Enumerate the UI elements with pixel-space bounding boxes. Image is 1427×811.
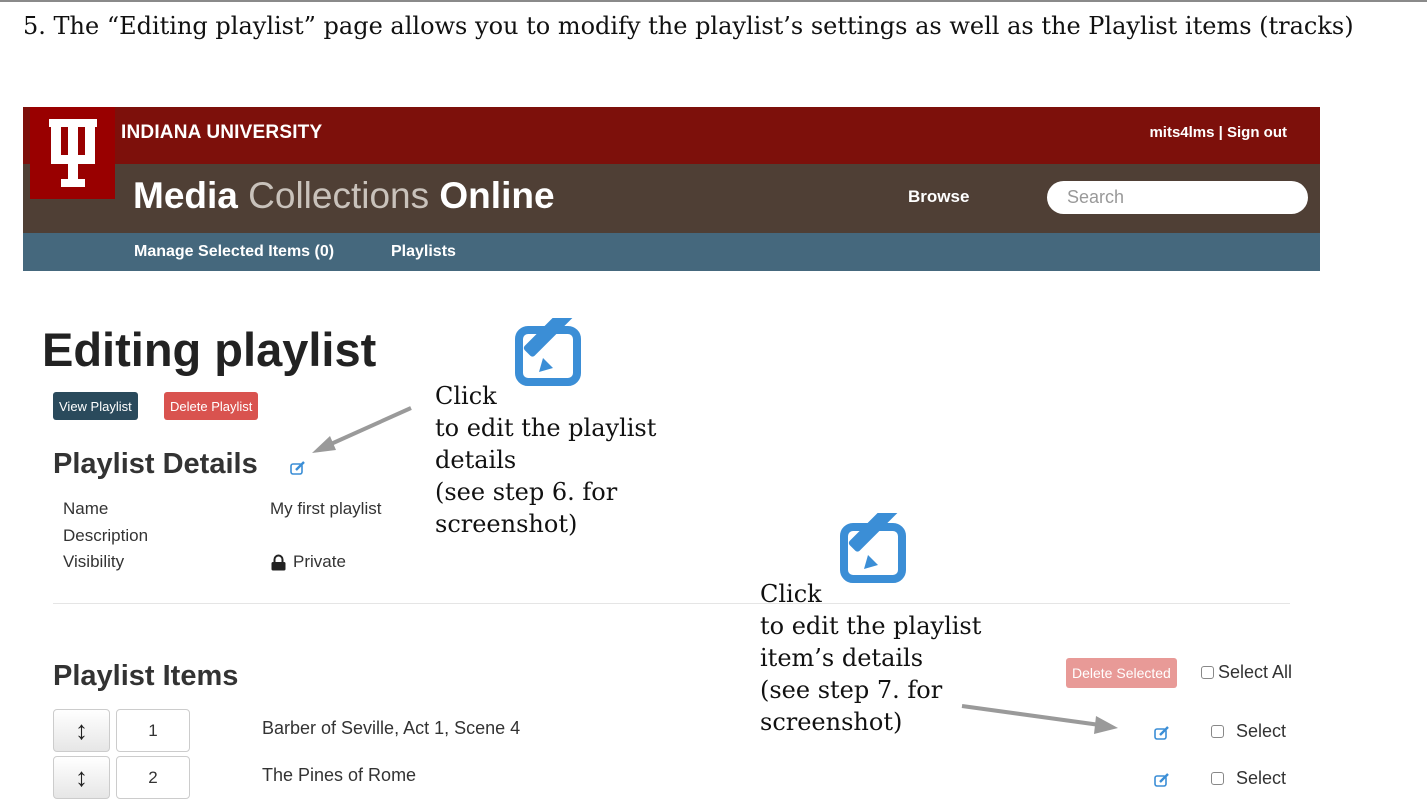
detail-label-description: Description [63, 526, 149, 545]
move-handle-button[interactable]: ↕ [53, 709, 110, 752]
site-title-part2: Collections [248, 175, 430, 216]
detail-value-name: My first playlist [270, 499, 382, 518]
site-title-part3: Online [439, 175, 555, 216]
playlist-items-heading: Playlist Items [53, 660, 239, 692]
playlist-item-title[interactable]: The Pines of Rome [262, 765, 416, 786]
university-name: INDIANA UNIVERSITY [121, 122, 323, 143]
annotation-items-line: item’s details [760, 644, 924, 672]
site-title-part1: Media [133, 175, 238, 216]
detail-label-name: Name [63, 499, 109, 518]
iu-trident-icon [49, 119, 97, 187]
annotation-details-line: to edit the playlist [435, 414, 657, 442]
visibility-text: Private [293, 552, 346, 571]
document-caption: 5. The “Editing playlist” page allows yo… [23, 12, 1354, 40]
browse-link[interactable]: Browse [908, 187, 969, 207]
search-input[interactable] [1047, 181, 1308, 214]
arrow-to-item-edit [961, 704, 1118, 734]
edit-item-icon[interactable] [1154, 726, 1170, 740]
item-select-label: Select [1236, 721, 1287, 741]
select-all-label: Select All [1218, 662, 1293, 682]
edit-item-icon-enlarged [840, 513, 906, 583]
nav-playlists[interactable]: Playlists [391, 243, 456, 261]
section-divider [53, 603, 1290, 604]
nav-manage-selected[interactable]: Manage Selected Items (0) [134, 243, 334, 261]
iu-logo[interactable] [30, 107, 115, 199]
delete-selected-button[interactable]: Delete Selected [1066, 658, 1177, 688]
annotation-details: Click to edit the playlist details (see … [435, 380, 656, 540]
select-all-checkbox[interactable] [1201, 666, 1214, 679]
view-playlist-button[interactable]: View Playlist [53, 392, 138, 420]
lock-icon [271, 554, 286, 570]
delete-playlist-button[interactable]: Delete Playlist [164, 392, 259, 420]
detail-value-visibility: Private [270, 552, 346, 572]
page-top-rule [0, 0, 1427, 2]
annotation-items-line: Click [760, 580, 822, 608]
vertical-arrows-icon: ↕ [75, 715, 88, 745]
detail-label-visibility: Visibility [63, 552, 125, 571]
position-input[interactable] [116, 709, 190, 752]
item-select[interactable]: Select [1211, 721, 1286, 742]
item-select[interactable]: Select [1211, 768, 1286, 789]
user-links[interactable]: mits4lms | Sign out [1149, 124, 1287, 141]
annotation-items-line: screenshot) [760, 708, 903, 736]
annotation-items-line: (see step 7. for [760, 676, 943, 704]
item-select-checkbox[interactable] [1211, 725, 1224, 738]
edit-item-icon[interactable] [1154, 773, 1170, 787]
site-title[interactable]: Media Collections Online [133, 175, 555, 217]
playlist-item-title[interactable]: Barber of Seville, Act 1, Scene 4 [262, 718, 520, 739]
annotation-details-line: screenshot) [435, 510, 578, 538]
edit-icon-enlarged [515, 318, 581, 386]
annotation-details-line: details [435, 446, 517, 474]
annotation-items: Click to edit the playlist item’s detail… [760, 578, 981, 738]
edit-details-icon[interactable] [290, 461, 306, 475]
select-all[interactable]: Select All [1201, 662, 1292, 683]
playlist-details-heading: Playlist Details [53, 448, 258, 480]
annotation-details-line: Click [435, 382, 497, 410]
vertical-arrows-icon: ↕ [75, 762, 88, 792]
page-title: Editing playlist [42, 323, 377, 376]
arrow-to-details-edit [312, 406, 412, 453]
item-select-checkbox[interactable] [1211, 772, 1224, 785]
annotation-details-line: (see step 6. for [435, 478, 618, 506]
annotation-items-line: to edit the playlist [760, 612, 982, 640]
position-input[interactable] [116, 756, 190, 799]
item-select-label: Select [1236, 768, 1287, 788]
move-handle-button[interactable]: ↕ [53, 756, 110, 799]
